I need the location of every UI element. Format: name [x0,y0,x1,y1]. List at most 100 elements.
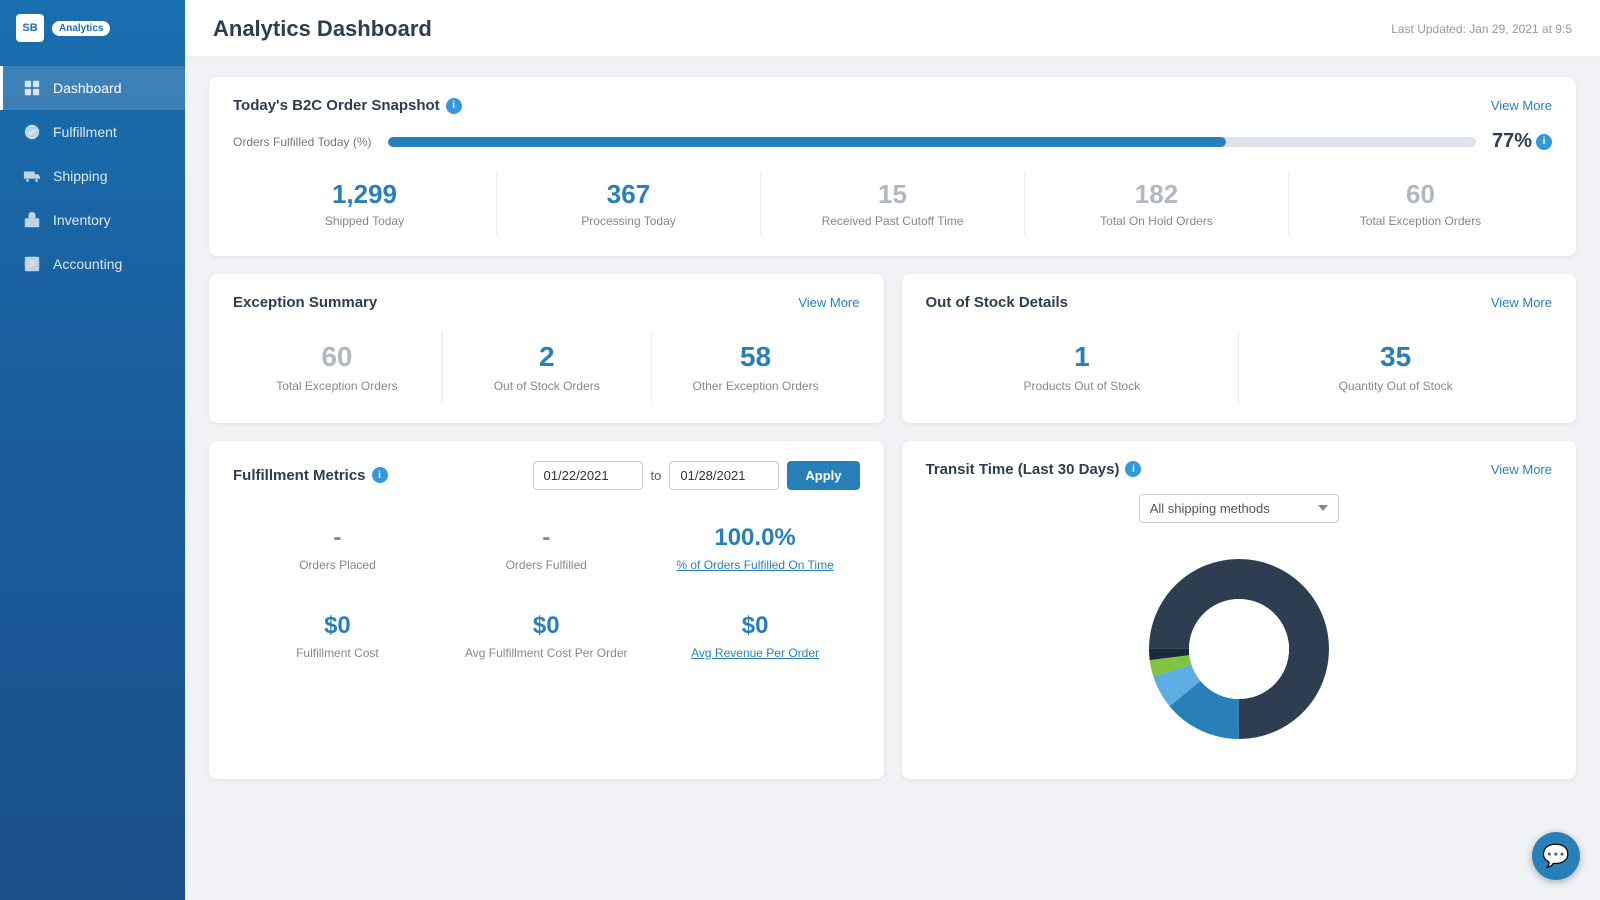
progress-label: Orders Fulfilled Today (%) [233,135,372,149]
transit-view-more[interactable]: View More [1491,462,1552,477]
oos-qty: 35 Quantity Out of Stock [1239,331,1552,403]
exc-other: 58 Other Exception Orders [652,331,860,403]
stat-onhold-number: 182 [1037,179,1276,210]
snapshot-stats: 1,299 Shipped Today 367 Processing Today… [233,173,1552,236]
oos-stats: 1 Products Out of Stock 35 Quantity Out … [926,331,1553,403]
exc-other-label: Other Exception Orders [662,379,850,393]
out-of-stock-card: Out of Stock Details View More 1 Product… [902,274,1577,423]
metric-pct-on-time: 100.0% % of Orders Fulfilled On Time [651,514,860,582]
stat-on-hold: 182 Total On Hold Orders [1025,173,1289,236]
sidebar-item-inventory[interactable]: Inventory [0,198,185,242]
metrics-title: Fulfillment Metrics i [233,467,388,484]
metrics-header: Fulfillment Metrics i to Apply [233,461,860,490]
metric-orders-placed-number: - [243,524,432,552]
date-to-input[interactable] [669,461,779,490]
metric-pct-label[interactable]: % of Orders Fulfilled On Time [661,558,850,572]
metrics-info-icon[interactable]: i [372,467,388,483]
snapshot-view-more[interactable]: View More [1491,98,1552,113]
sidebar-nav: Dashboard Fulfillment Shipping Inventory… [0,66,185,286]
sidebar-item-dashboard[interactable]: Dashboard [0,66,185,110]
stat-cutoff-label: Received Past Cutoff Time [773,214,1012,230]
sidebar-label-inventory: Inventory [53,212,111,228]
pct-info-icon[interactable]: i [1536,134,1552,150]
shipping-method-select[interactable]: All shipping methods [1139,494,1339,523]
stat-cutoff-number: 15 [773,179,1012,210]
oos-view-more[interactable]: View More [1491,295,1552,310]
exception-header: Exception Summary View More [233,294,860,311]
stat-exception-label: Total Exception Orders [1301,214,1540,230]
stat-shipped-label: Shipped Today [245,214,484,230]
stat-received-past-cutoff: 15 Received Past Cutoff Time [761,173,1025,236]
sidebar-label-accounting: Accounting [53,256,122,272]
sidebar-label-shipping: Shipping [53,168,108,184]
dashboard-icon [23,79,41,97]
sidebar-label-dashboard: Dashboard [53,80,122,96]
metrics-row1: - Orders Placed - Orders Fulfilled 100.0… [233,514,860,582]
donut-chart-wrap [926,539,1553,759]
exc-oos-number: 2 [453,341,641,373]
metric-orders-placed-label: Orders Placed [243,558,432,572]
main-area: Analytics Dashboard Last Updated: Jan 29… [185,0,1600,900]
oos-products-number: 1 [936,341,1229,373]
snapshot-header: Today's B2C Order Snapshot i View More [233,97,1552,114]
two-col-row2: Fulfillment Metrics i to Apply - Orders … [209,441,1576,779]
metric-avg-cost-number: $0 [452,612,641,640]
shipping-select-row: All shipping methods [926,494,1553,523]
apply-button[interactable]: Apply [787,461,859,490]
exception-summary-card: Exception Summary View More 60 Total Exc… [209,274,884,423]
exc-total: 60 Total Exception Orders [233,331,442,403]
analytics-badge: Analytics [52,21,110,36]
date-row: to Apply [533,461,860,490]
sidebar-item-shipping[interactable]: Shipping [0,154,185,198]
sidebar-label-fulfillment: Fulfillment [53,124,117,140]
oos-qty-label: Quantity Out of Stock [1249,379,1542,393]
donut-chart [1129,539,1349,759]
exception-stats: 60 Total Exception Orders 2 Out of Stock… [233,331,860,403]
metric-orders-fulfilled-label: Orders Fulfilled [452,558,641,572]
metric-avg-rev-number: $0 [661,612,850,640]
metric-avg-revenue: $0 Avg Revenue Per Order [651,602,860,670]
metric-avg-cost: $0 Avg Fulfillment Cost Per Order [442,602,651,670]
exc-total-number: 60 [243,341,431,373]
stat-exception-number: 60 [1301,179,1540,210]
progress-bar-wrap [388,137,1476,147]
metric-orders-placed: - Orders Placed [233,514,442,582]
metric-pct-number: 100.0% [661,524,850,552]
oos-header: Out of Stock Details View More [926,294,1553,311]
oos-title: Out of Stock Details [926,294,1069,311]
stat-processing-label: Processing Today [509,214,748,230]
oos-products: 1 Products Out of Stock [926,331,1240,403]
stat-shipped: 1,299 Shipped Today [233,173,497,236]
stat-exception: 60 Total Exception Orders [1289,173,1552,236]
metric-orders-fulfilled: - Orders Fulfilled [442,514,651,582]
logo-area: SB Analytics [0,0,185,56]
date-from-input[interactable] [533,461,643,490]
metric-avg-rev-label[interactable]: Avg Revenue Per Order [661,646,850,660]
sidebar-item-accounting[interactable]: Accounting [0,242,185,286]
metric-cost-number: $0 [243,612,432,640]
date-separator: to [651,468,662,483]
exc-other-number: 58 [662,341,850,373]
snapshot-title: Today's B2C Order Snapshot i [233,97,462,114]
transit-header: Transit Time (Last 30 Days) i View More [926,461,1553,478]
exception-view-more[interactable]: View More [798,295,859,310]
stat-onhold-label: Total On Hold Orders [1037,214,1276,230]
transit-time-card: Transit Time (Last 30 Days) i View More … [902,441,1577,779]
last-updated: Last Updated: Jan 29, 2021 at 9:5 [1391,22,1572,36]
metrics-row2: $0 Fulfillment Cost $0 Avg Fulfillment C… [233,602,860,670]
progress-row: Orders Fulfilled Today (%) 77% i [233,130,1552,153]
sidebar-item-fulfillment[interactable]: Fulfillment [0,110,185,154]
two-col-row1: Exception Summary View More 60 Total Exc… [209,274,1576,423]
fulfillment-icon [23,123,41,141]
snapshot-info-icon[interactable]: i [446,98,462,114]
exc-oos: 2 Out of Stock Orders [442,331,652,403]
page-title: Analytics Dashboard [213,16,432,42]
exc-oos-label: Out of Stock Orders [453,379,641,393]
transit-info-icon[interactable]: i [1125,461,1141,477]
sidebar: SB Analytics Dashboard Fulfillment Shipp… [0,0,185,900]
chat-bubble[interactable]: 💬 [1532,832,1580,880]
fulfillment-metrics-card: Fulfillment Metrics i to Apply - Orders … [209,441,884,779]
oos-qty-number: 35 [1249,341,1542,373]
metric-cost-label: Fulfillment Cost [243,646,432,660]
main-header: Analytics Dashboard Last Updated: Jan 29… [185,0,1600,57]
